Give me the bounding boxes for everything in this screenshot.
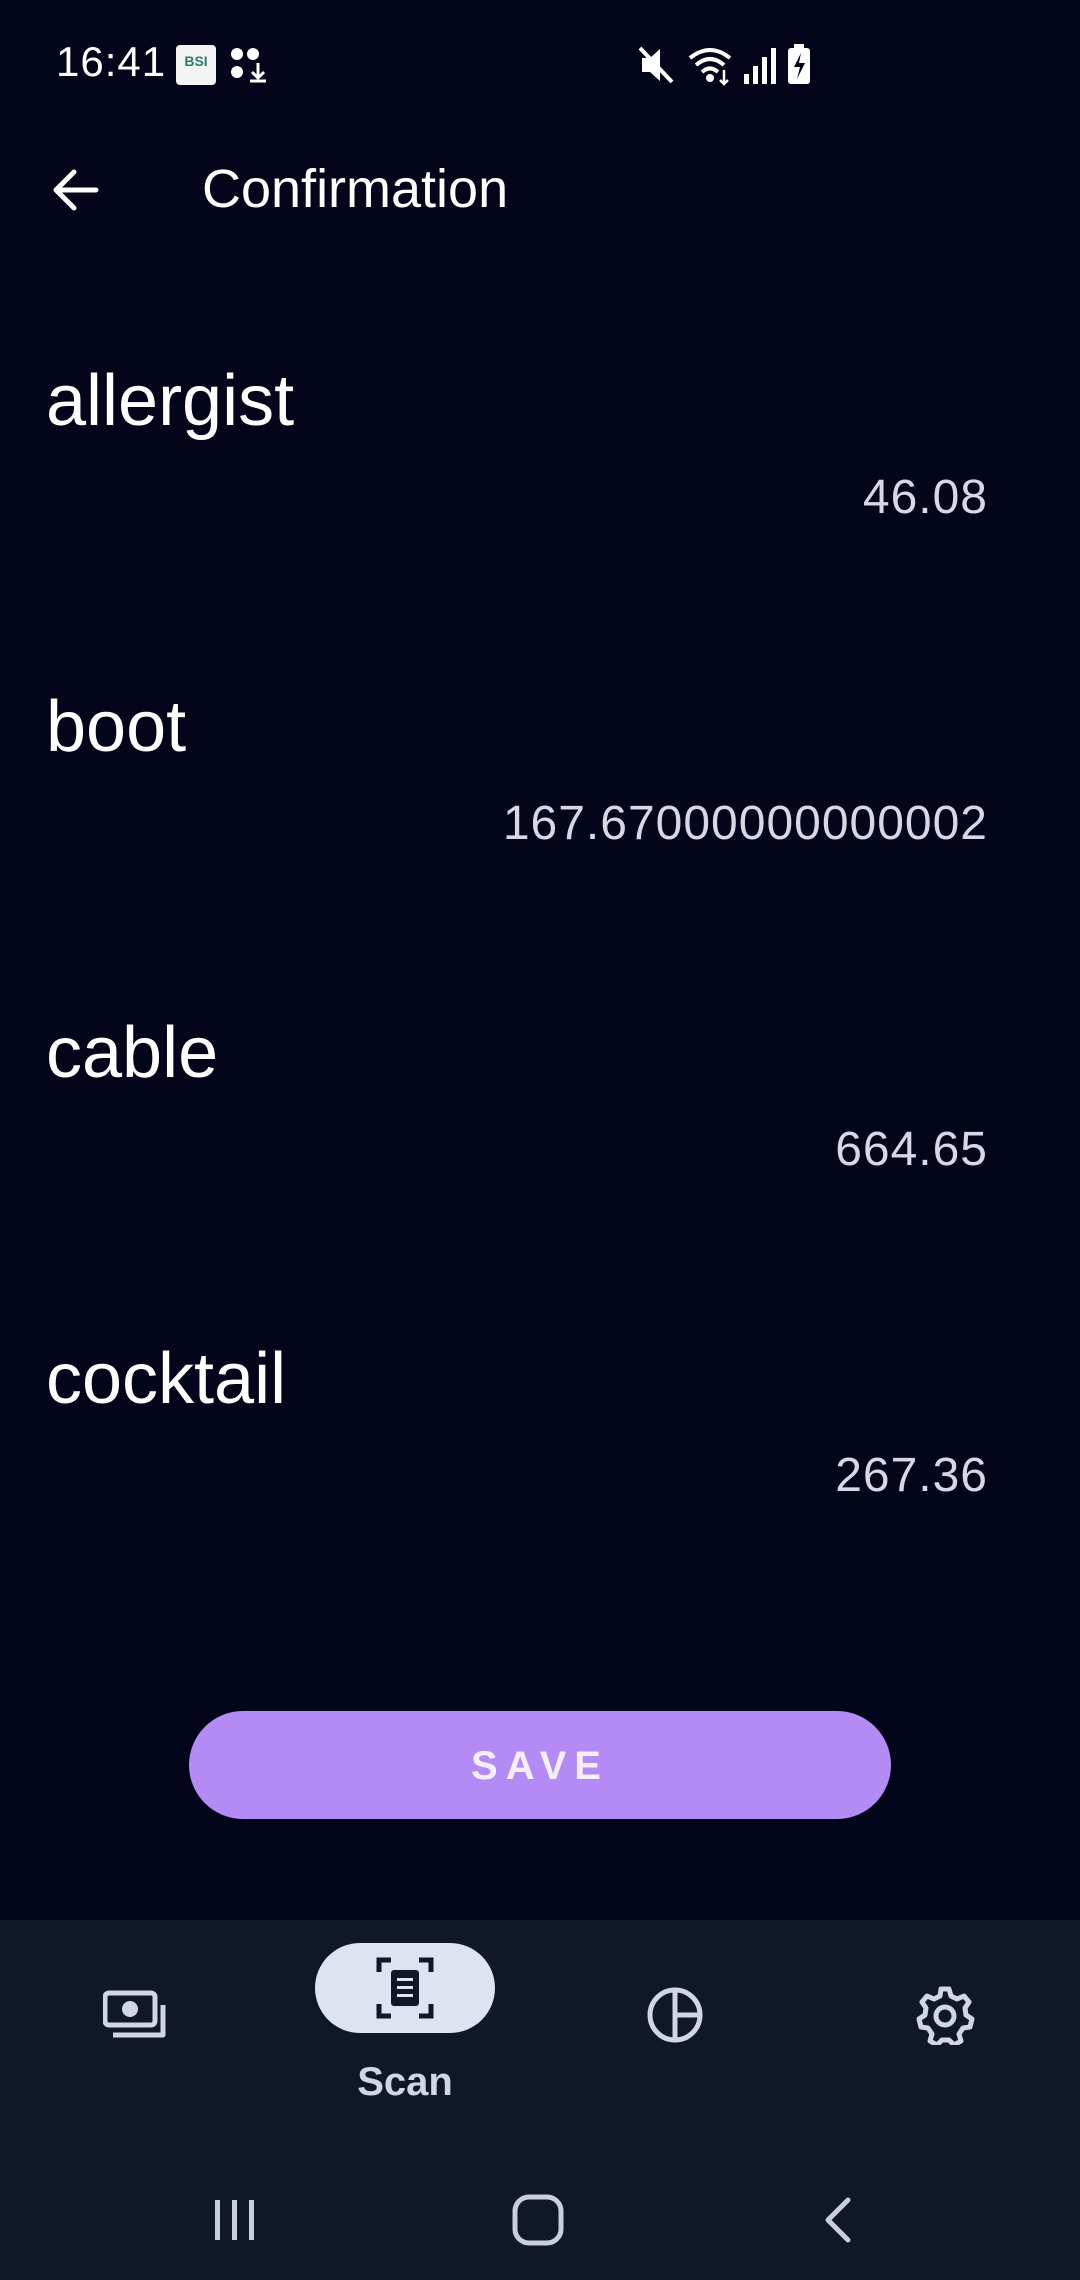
system-back-button[interactable] xyxy=(780,2170,900,2270)
app-notification-icon: BSI xyxy=(176,45,216,85)
nav-label-scan: Scan xyxy=(357,2060,453,2104)
app-header: Confirmation xyxy=(0,130,1080,250)
save-button[interactable]: SAVE xyxy=(189,1711,891,1819)
list-item: boot 167.67000000000002 xyxy=(0,616,1080,942)
item-name: cable xyxy=(46,1013,219,1093)
system-nav xyxy=(0,2160,1080,2280)
back-button[interactable] xyxy=(36,150,116,230)
recent-apps-icon xyxy=(215,2200,254,2240)
mute-icon xyxy=(638,46,674,84)
arrow-left-icon xyxy=(53,169,99,211)
status-time: 16:41 xyxy=(56,38,167,85)
page-title: Confirmation xyxy=(202,159,509,219)
items-list: allergist 46.08 boot 167.67000000000002 … xyxy=(0,290,1080,1594)
nav-icon-container xyxy=(855,1965,1035,2065)
item-name: allergist xyxy=(46,361,295,441)
list-item: allergist 46.08 xyxy=(0,290,1080,616)
item-name: boot xyxy=(46,687,187,767)
recent-apps-button[interactable] xyxy=(175,2170,295,2270)
nav-icon-container xyxy=(585,1965,765,2065)
wifi-icon xyxy=(688,48,732,86)
nav-item-settings[interactable] xyxy=(810,1920,1080,2160)
bottom-nav: Scan xyxy=(0,1920,1080,2160)
nav-active-pill xyxy=(315,1943,495,2033)
signal-icon xyxy=(744,48,776,84)
item-value: 664.65 xyxy=(835,1123,988,1176)
nav-item-statistics[interactable] xyxy=(540,1920,810,2160)
nav-item-scan[interactable]: Scan xyxy=(270,1920,540,2160)
gear-icon xyxy=(916,1986,975,2045)
item-value: 267.36 xyxy=(835,1449,988,1502)
money-icon xyxy=(103,1990,166,2038)
list-item: cable 664.65 xyxy=(0,942,1080,1268)
item-value: 46.08 xyxy=(862,471,988,524)
status-bar: 16:41 BSI xyxy=(0,0,1080,130)
status-right-icons xyxy=(636,40,816,90)
battery-charging-icon xyxy=(788,44,810,84)
nav-icon-container xyxy=(45,1965,225,2065)
home-button[interactable] xyxy=(478,2170,598,2270)
item-name: cocktail xyxy=(46,1339,287,1419)
item-value: 167.67000000000002 xyxy=(502,797,988,850)
dots-download-icon xyxy=(228,45,268,85)
pie-chart-icon xyxy=(647,1987,703,2043)
scan-document-icon xyxy=(376,1957,434,2019)
list-item: cocktail 267.36 xyxy=(0,1268,1080,1594)
home-icon xyxy=(512,2194,564,2246)
back-icon xyxy=(825,2197,851,2243)
nav-item-money[interactable] xyxy=(0,1920,270,2160)
